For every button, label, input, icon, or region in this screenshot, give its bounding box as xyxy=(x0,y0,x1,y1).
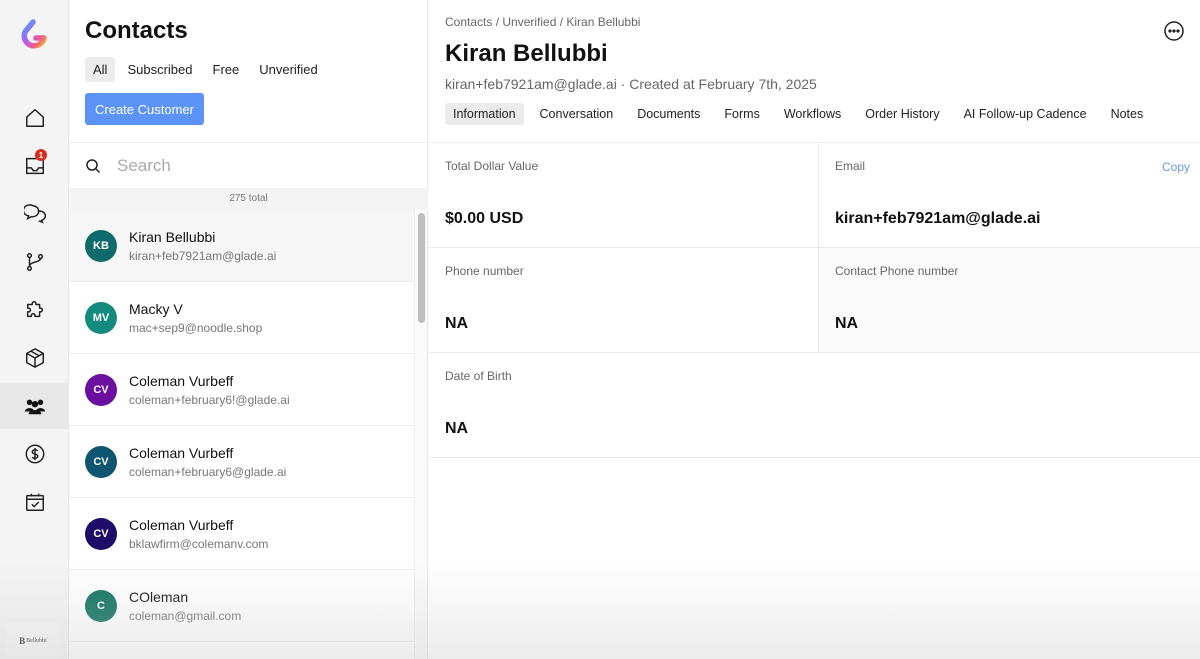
field-value: NA xyxy=(835,315,859,332)
avatar: CV xyxy=(85,373,117,406)
contact-detail-name: Kiran Bellubbi xyxy=(445,40,608,67)
field-value: NA xyxy=(445,420,469,437)
calendar-check-icon xyxy=(25,493,44,511)
contact-email: mac+sep9@noodle.shop xyxy=(129,320,263,335)
contact-name: COleman xyxy=(129,588,189,605)
avatar: CV xyxy=(85,445,117,478)
contact-name: Coleman Vurbeff xyxy=(129,516,234,533)
field-value: $0.00 USD xyxy=(445,210,524,227)
contact-row[interactable]: CV Coleman Vurbeff coleman+february6!@gla… xyxy=(69,354,414,426)
tab-ai-follow-up-cadence[interactable]: AI Follow-up Cadence xyxy=(956,103,1095,125)
nav-workflows[interactable] xyxy=(0,239,69,285)
field-label: Total Dollar Value xyxy=(445,159,539,173)
contact-list: KB Kiran Bellubbi kiran+feb7921am@glade.a… xyxy=(69,210,414,659)
nav-products[interactable] xyxy=(0,335,69,381)
workspace-brand-tile[interactable]: B Bellubbi xyxy=(6,622,60,659)
field-total-dollar-value: Total Dollar Value $0.00 USD xyxy=(429,143,818,247)
app-logo-icon[interactable] xyxy=(18,18,50,52)
breadcrumb: Contacts / Unverified / Kiran Bellubbi xyxy=(445,15,641,29)
more-options-icon[interactable] xyxy=(1163,20,1185,42)
field-label: Date of Birth xyxy=(445,369,512,383)
tab-notes[interactable]: Notes xyxy=(1103,103,1152,125)
left-nav-rail: 1 B Bellubbi xyxy=(0,0,69,659)
home-icon xyxy=(25,109,44,127)
nav-billing[interactable] xyxy=(0,431,69,477)
contact-detail-subtitle: kiran+feb7921am@glade.ai · Created at Fe… xyxy=(445,76,817,92)
copy-email-button[interactable]: Copy xyxy=(1162,160,1190,174)
contact-row[interactable]: MV Macky V mac+sep9@noodle.shop xyxy=(69,282,414,354)
brand-label: Bellubbi xyxy=(26,637,47,644)
field-label: Contact Phone number xyxy=(835,264,959,278)
git-branch-icon xyxy=(26,253,43,271)
tab-order-history[interactable]: Order History xyxy=(857,103,947,125)
dollar-icon xyxy=(25,444,44,464)
contact-detail: Contacts / Unverified / Kiran Bellubbi K… xyxy=(429,0,1200,659)
contact-name: Coleman Vurbeff xyxy=(129,444,234,461)
nav-home[interactable] xyxy=(0,95,69,141)
package-icon xyxy=(25,348,44,368)
tab-forms[interactable]: Forms xyxy=(716,103,767,125)
contact-email: bklawfirm@colemanv.com xyxy=(129,536,269,551)
total-count: 275 total xyxy=(69,188,428,210)
tab-documents[interactable]: Documents xyxy=(629,103,708,125)
avatar: KB xyxy=(85,229,117,262)
users-icon xyxy=(24,399,45,415)
field-contact-phone-number: Contact Phone number NA xyxy=(818,248,1200,352)
search-icon xyxy=(86,158,101,173)
inbox-badge: 1 xyxy=(35,149,47,161)
contacts-panel: Contacts All Subscribed Free Unverified … xyxy=(69,0,428,659)
contact-email: kiran+feb7921am@glade.ai xyxy=(129,248,277,263)
filter-all[interactable]: All xyxy=(85,57,116,82)
contact-list-scrollbar[interactable] xyxy=(414,210,427,659)
contact-email: coleman+february6@glade.ai xyxy=(129,464,287,479)
avatar: CV xyxy=(85,517,117,550)
field-phone-number: Phone number NA xyxy=(429,248,818,352)
nav-integrations[interactable] xyxy=(0,287,69,333)
brand-monogram-icon: B xyxy=(19,635,26,646)
nav-contacts[interactable] xyxy=(0,383,69,429)
detail-tabs: Information Conversation Documents Forms… xyxy=(445,103,1151,125)
contact-row[interactable]: CV Coleman Vurbeff coleman+february6@glad… xyxy=(69,426,414,498)
filter-free[interactable]: Free xyxy=(205,57,248,82)
field-value: NA xyxy=(445,315,469,332)
avatar: C xyxy=(85,589,117,622)
filter-subscribed[interactable]: Subscribed xyxy=(119,57,200,82)
scrollbar-thumb[interactable] xyxy=(418,213,425,323)
search-bar xyxy=(69,142,428,188)
tab-workflows[interactable]: Workflows xyxy=(776,103,849,125)
contact-row[interactable]: C COleman coleman@gmail.com xyxy=(69,570,414,642)
filter-unverified[interactable]: Unverified xyxy=(251,57,326,82)
nav-calendar[interactable] xyxy=(0,479,69,525)
create-customer-button[interactable]: Create Customer xyxy=(85,93,204,125)
tab-information[interactable]: Information xyxy=(445,103,524,125)
avatar: MV xyxy=(85,301,117,334)
search-input[interactable] xyxy=(117,155,397,176)
nav-conversations[interactable] xyxy=(0,191,69,237)
contact-email: coleman+february6!@glade.ai xyxy=(129,392,290,407)
contact-name: Macky V xyxy=(129,300,183,317)
field-label: Phone number xyxy=(445,264,524,278)
contact-email: coleman@gmail.com xyxy=(129,608,242,623)
field-label: Email xyxy=(835,159,866,173)
information-grid: Total Dollar Value $0.00 USD Email Copy … xyxy=(429,142,1200,458)
contacts-title: Contacts xyxy=(85,17,188,44)
contact-name: Kiran Bellubbi xyxy=(129,228,216,245)
contact-row[interactable]: KB Kiran Bellubbi kiran+feb7921am@glade.a… xyxy=(69,210,414,282)
field-value: kiran+feb7921am@glade.ai xyxy=(835,210,1041,227)
field-email: Email Copy kiran+feb7921am@glade.ai xyxy=(818,143,1200,247)
nav-inbox[interactable]: 1 xyxy=(0,143,69,189)
chat-bubbles-icon xyxy=(23,204,46,224)
contact-row[interactable]: CV Coleman Vurbeff bklawfirm@colemanv.com xyxy=(69,498,414,570)
puzzle-icon xyxy=(26,301,43,318)
contact-filters: All Subscribed Free Unverified xyxy=(85,57,326,82)
tab-conversation[interactable]: Conversation xyxy=(532,103,622,125)
field-date-of-birth: Date of Birth NA xyxy=(429,353,1200,457)
contact-name: Coleman Vurbeff xyxy=(129,372,234,389)
